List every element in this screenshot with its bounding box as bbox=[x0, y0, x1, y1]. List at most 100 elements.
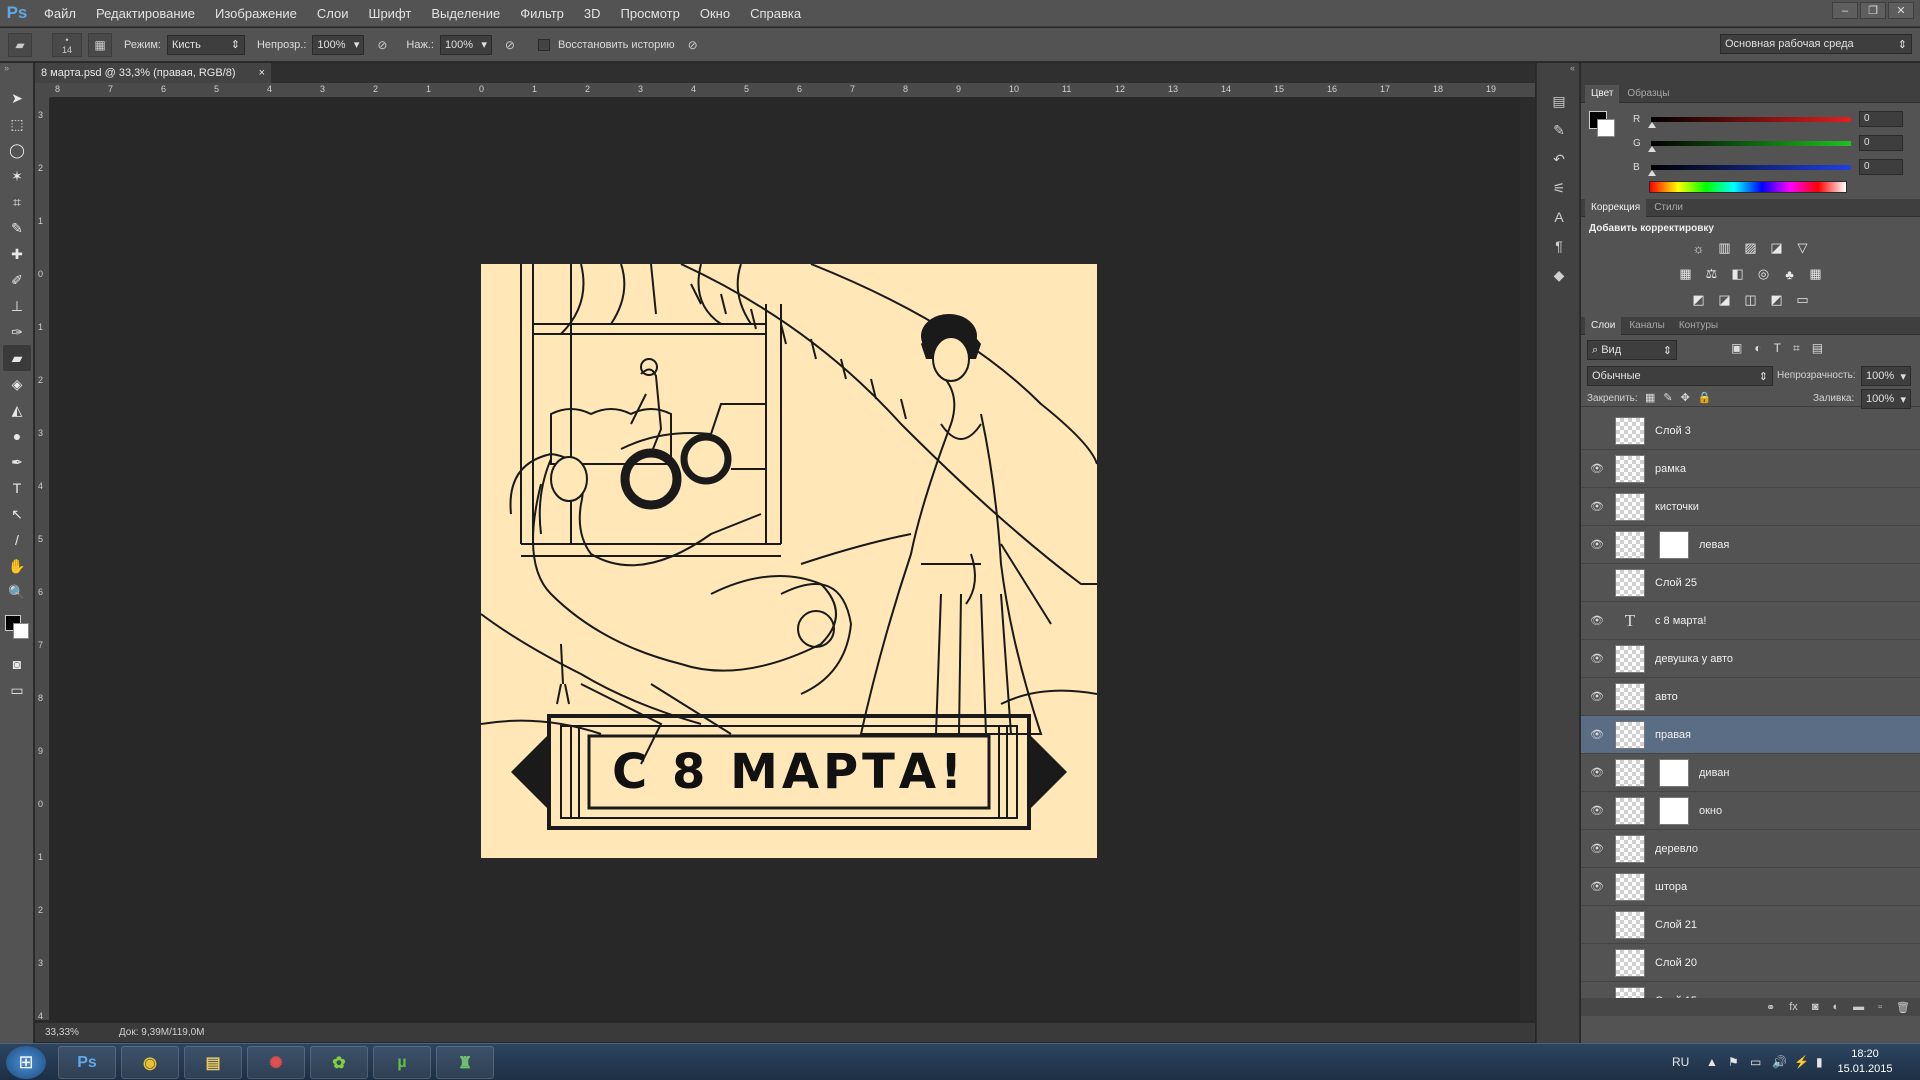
histogram-icon[interactable]: ▤ bbox=[1544, 88, 1574, 114]
layer-name[interactable]: Слой 25 bbox=[1655, 577, 1697, 589]
layer-name[interactable]: Слой 3 bbox=[1655, 425, 1691, 437]
new-adjustment-icon[interactable]: ◐ bbox=[1832, 1001, 1839, 1013]
blend-mode-select[interactable]: Обычные ⇕ bbox=[1587, 366, 1773, 386]
adjustment-icon[interactable]: ◫ bbox=[1742, 292, 1760, 308]
type-icon[interactable]: T bbox=[3, 475, 31, 501]
background-color-swatch[interactable] bbox=[13, 623, 29, 639]
start-button[interactable]: ⊞ bbox=[6, 1046, 46, 1079]
layer-name[interactable]: Слой 15 bbox=[1655, 995, 1697, 999]
pen-icon[interactable]: ✒ bbox=[3, 449, 31, 475]
workspace-select[interactable]: Основная рабочая среда ⇕ bbox=[1720, 34, 1912, 54]
channel-slider[interactable] bbox=[1648, 140, 1851, 152]
menu-item[interactable]: Фильтр bbox=[510, 0, 574, 27]
layer-name[interactable]: правая bbox=[1655, 729, 1691, 741]
new-group-icon[interactable]: ▬ bbox=[1853, 1001, 1864, 1013]
filter-type-icon[interactable]: T bbox=[1774, 341, 1781, 356]
layer-name[interactable]: диван bbox=[1699, 767, 1729, 779]
adjustment-icon[interactable]: ◧ bbox=[1729, 266, 1747, 282]
collapse-icon[interactable]: » bbox=[0, 63, 33, 85]
menu-item[interactable]: Изображение bbox=[205, 0, 307, 27]
layer-row[interactable]: Слой 25 bbox=[1581, 564, 1920, 602]
airbrush-icon[interactable]: ⊘ bbox=[498, 33, 522, 57]
adjustment-icon[interactable]: ▽ bbox=[1794, 240, 1812, 256]
layer-row[interactable]: 👁 кисточки bbox=[1581, 488, 1920, 526]
menu-item[interactable]: Слои bbox=[307, 0, 359, 27]
taskbar-explorer-icon[interactable]: ▤ bbox=[184, 1046, 242, 1079]
add-mask-icon[interactable]: ◙ bbox=[1812, 1001, 1819, 1013]
zoom-icon[interactable]: 🔍 bbox=[3, 579, 31, 605]
layer-row[interactable]: 👁 правая bbox=[1581, 716, 1920, 754]
collapse-icon[interactable]: « bbox=[1537, 63, 1579, 85]
lock-transparent-icon[interactable]: ▦ bbox=[1645, 391, 1655, 404]
tray-clock[interactable]: 18:20 15.01.2015 bbox=[1830, 1047, 1900, 1077]
document-tab[interactable]: 8 марта.psd @ 33,3% (правая, RGB/8) × bbox=[35, 63, 271, 83]
new-layer-icon[interactable]: ▫ bbox=[1878, 1001, 1882, 1013]
layer-row[interactable]: Слой 15 bbox=[1581, 982, 1920, 998]
layer-row[interactable]: Слой 20 bbox=[1581, 944, 1920, 982]
eye-icon[interactable]: 👁 bbox=[1589, 728, 1605, 742]
color-spectrum-bar[interactable] bbox=[1649, 181, 1847, 193]
menu-item[interactable]: Редактирование bbox=[86, 0, 205, 27]
layer-style-icon[interactable]: fx bbox=[1789, 1001, 1798, 1013]
layer-row[interactable]: 👁 девушка у авто bbox=[1581, 640, 1920, 678]
tab-channels[interactable]: Каналы bbox=[1623, 317, 1671, 335]
hand-icon[interactable]: ✋ bbox=[3, 553, 31, 579]
layer-row[interactable]: 👁 авто bbox=[1581, 678, 1920, 716]
tab-adjustments[interactable]: Коррекция bbox=[1585, 198, 1647, 217]
move-icon[interactable]: ➤ bbox=[3, 85, 31, 111]
menu-item[interactable]: Файл bbox=[34, 0, 86, 27]
taskbar-color-app-icon[interactable]: ✺ bbox=[247, 1046, 305, 1079]
layer-row[interactable]: 👁 рамка bbox=[1581, 450, 1920, 488]
layer-row[interactable]: 👁 диван bbox=[1581, 754, 1920, 792]
adjustment-icon[interactable]: ◩ bbox=[1768, 292, 1786, 308]
adjustment-icon[interactable]: ◪ bbox=[1716, 292, 1734, 308]
pressure-size-icon[interactable]: ⊘ bbox=[681, 33, 705, 57]
magic-wand-icon[interactable]: ✶ bbox=[3, 163, 31, 189]
artwork-canvas[interactable]: С 8 МАРТА! bbox=[481, 264, 1097, 858]
adjustment-icon[interactable]: ☼ bbox=[1690, 240, 1708, 256]
close-button[interactable]: ✕ bbox=[1888, 2, 1914, 19]
brush-size-picker[interactable]: • 14 bbox=[52, 32, 82, 57]
adjustment-icon[interactable]: ▦ bbox=[1677, 266, 1695, 282]
healing-icon[interactable]: ✚ bbox=[3, 241, 31, 267]
layer-mask-thumbnail[interactable] bbox=[1659, 530, 1689, 559]
adjustment-icon[interactable]: ◎ bbox=[1755, 266, 1773, 282]
link-layers-icon[interactable]: ⚭ bbox=[1766, 1001, 1775, 1014]
horizontal-ruler[interactable]: 8 7 6 5 4 3 2 1 0 1 2 3 4 5 6 7 8 9 10 11 12 13 14 15 16 17 18 19 bbox=[50, 83, 1535, 98]
layer-opacity-field[interactable]: 100% ▾ bbox=[1861, 366, 1911, 386]
channel-slider[interactable] bbox=[1648, 164, 1851, 176]
layer-row[interactable]: 👁 левая bbox=[1581, 526, 1920, 564]
minimize-button[interactable]: – bbox=[1832, 2, 1858, 19]
layer-mask-thumbnail[interactable] bbox=[1659, 758, 1689, 787]
mode-select[interactable]: Кисть ⇕ bbox=[166, 34, 245, 55]
hidden-eye-icon[interactable] bbox=[1589, 956, 1605, 970]
layer-name[interactable]: Слой 20 bbox=[1655, 957, 1697, 969]
tab-styles[interactable]: Стили bbox=[1648, 199, 1689, 217]
menu-item[interactable]: Просмотр bbox=[611, 0, 690, 27]
tab-swatches[interactable]: Образцы bbox=[1621, 85, 1675, 103]
menu-item[interactable]: Окно bbox=[690, 0, 740, 27]
menu-item[interactable]: 3D bbox=[574, 0, 611, 27]
layer-name[interactable]: кисточки bbox=[1655, 501, 1699, 513]
vertical-scrollbar[interactable] bbox=[1520, 98, 1535, 1020]
taskbar-paint-app-icon[interactable]: ✿ bbox=[310, 1046, 368, 1079]
history-icon[interactable]: ↶ bbox=[1544, 146, 1574, 172]
pressure-opacity-icon[interactable]: ⊘ bbox=[370, 33, 394, 57]
filter-pixel-icon[interactable]: ▣ bbox=[1731, 341, 1742, 356]
layer-name[interactable]: авто bbox=[1655, 691, 1678, 703]
layer-name[interactable]: рамка bbox=[1655, 463, 1686, 475]
eye-icon[interactable]: 👁 bbox=[1589, 842, 1605, 856]
history-brush-icon[interactable]: ✑ bbox=[3, 319, 31, 345]
layer-name[interactable]: Слой 21 bbox=[1655, 919, 1697, 931]
document-info[interactable]: Док: 9,39M/119,0M bbox=[119, 1027, 205, 1038]
layer-row[interactable]: 👁 окно bbox=[1581, 792, 1920, 830]
filter-shape-icon[interactable]: ⌗ bbox=[1793, 341, 1800, 356]
layer-name[interactable]: девушка у авто bbox=[1655, 653, 1733, 665]
language-indicator[interactable]: RU bbox=[1672, 1055, 1689, 1069]
eye-icon[interactable]: 👁 bbox=[1589, 880, 1605, 894]
character-icon[interactable]: A bbox=[1544, 204, 1574, 230]
quick-mask-icon[interactable]: ◙ bbox=[3, 651, 31, 677]
taskbar-photoshop-icon[interactable]: Ps bbox=[58, 1046, 116, 1079]
layer-row[interactable]: 👁 деревло bbox=[1581, 830, 1920, 868]
slider-thumb-icon[interactable] bbox=[1648, 145, 1656, 152]
